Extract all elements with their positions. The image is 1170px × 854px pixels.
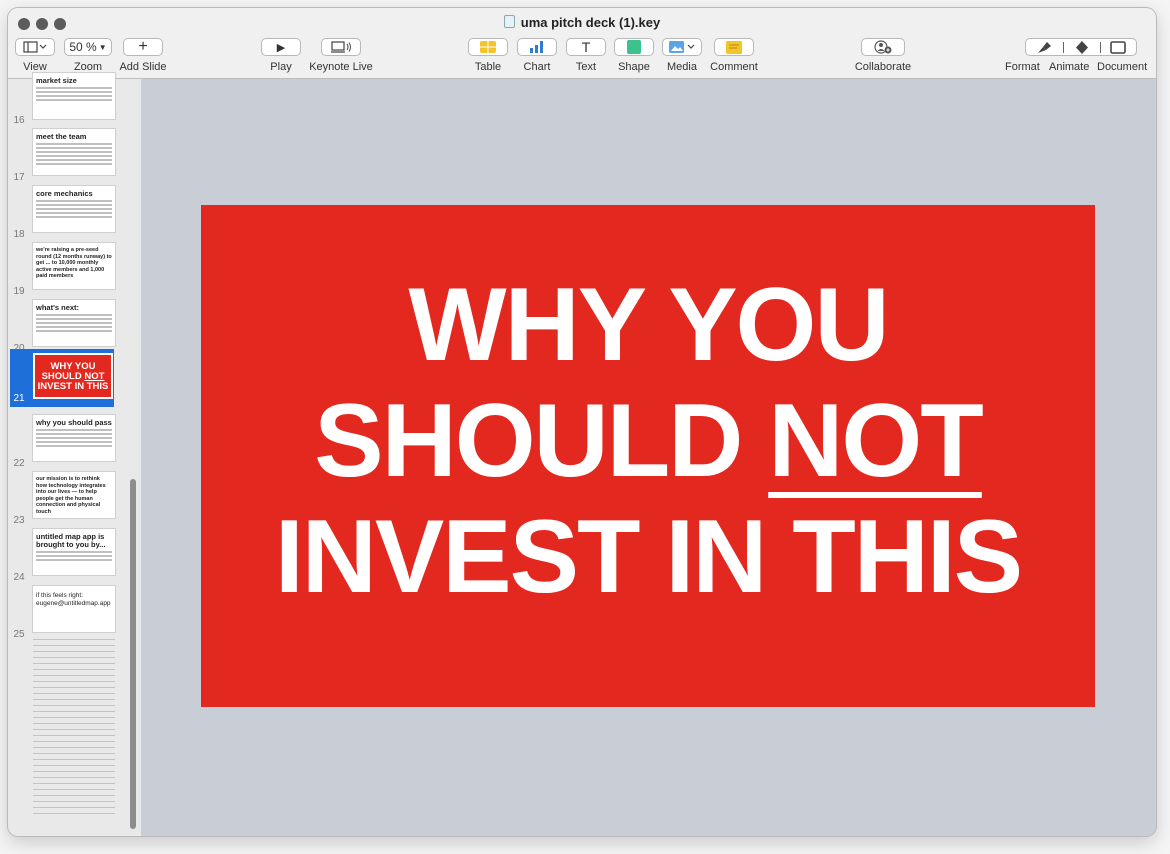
media-icon <box>669 41 695 53</box>
keynote-live-icon <box>331 41 351 53</box>
chart-icon <box>530 41 543 53</box>
text-tool[interactable]: T Text <box>564 38 608 73</box>
add-slide-label: Add Slide <box>119 61 167 73</box>
collaborate-icon <box>874 40 892 54</box>
slide-thumbnail-18[interactable]: core mechanics <box>33 186 115 232</box>
slide-number: 16 <box>13 115 25 126</box>
collaborate-button[interactable] <box>861 38 905 56</box>
zoom-tool[interactable]: 50 % ▼ Zoom <box>63 38 113 73</box>
slide-number: 24 <box>13 572 25 583</box>
keynote-document-icon <box>503 15 515 28</box>
keynote-live-button[interactable] <box>321 38 361 56</box>
shape-label: Shape <box>618 61 650 73</box>
table-tool[interactable]: Table <box>466 38 510 73</box>
zoom-value: 50 % <box>69 40 97 54</box>
play-label: Play <box>270 61 292 73</box>
chevron-down-icon: ▼ <box>98 42 107 52</box>
segment-divider <box>1100 42 1101 53</box>
zoom-select[interactable]: 50 % ▼ <box>64 38 112 56</box>
slide-thumbnail-24[interactable]: untitled map app is brought to you by... <box>33 529 115 575</box>
text-label: Text <box>575 61 597 73</box>
shape-icon <box>627 40 641 54</box>
collaborate-label: Collaborate <box>854 61 912 73</box>
table-icon <box>480 41 496 53</box>
text-icon: T <box>581 39 591 55</box>
shape-tool[interactable]: Shape <box>612 38 656 73</box>
slide-number: 21 <box>13 393 25 404</box>
comment-icon <box>726 40 742 54</box>
comment-label: Comment <box>710 61 758 73</box>
keynote-live-tool[interactable]: Keynote Live <box>306 38 376 73</box>
chart-button[interactable] <box>517 38 557 56</box>
add-slide-button[interactable]: + <box>123 38 163 56</box>
slide-number: 25 <box>13 629 25 640</box>
keynote-live-label: Keynote Live <box>309 61 373 73</box>
media-button[interactable] <box>662 38 702 56</box>
document-label: Document <box>1097 61 1148 73</box>
slide-number: 23 <box>13 515 25 526</box>
table-button[interactable] <box>468 38 508 56</box>
format-brush-icon[interactable] <box>1036 41 1054 54</box>
slide-number: 18 <box>13 229 25 240</box>
chart-label: Chart <box>523 61 551 73</box>
slide-thumbnail-21[interactable]: WHY YOU SHOULD NOT INVEST IN THIS <box>33 353 113 399</box>
slide-title-line-1: WHY YOU <box>408 267 889 383</box>
comment-button[interactable] <box>714 38 754 56</box>
view-tool[interactable]: View <box>14 38 56 73</box>
collaborate-tool[interactable]: Collaborate <box>848 38 918 73</box>
text-button[interactable]: T <box>566 38 606 56</box>
slide-navigator[interactable]: market size 16 meet the team 17 core mec… <box>8 73 141 836</box>
slide-number: 22 <box>13 458 25 469</box>
slide-number: 19 <box>13 286 25 297</box>
toolbar: uma pitch deck (1).key View 50 % ▼ Zoom +… <box>8 8 1156 79</box>
add-slide-tool[interactable]: + Add Slide <box>118 38 168 73</box>
play-tool[interactable]: ▶ Play <box>260 38 302 73</box>
keynote-window: uma pitch deck (1).key View 50 % ▼ Zoom +… <box>8 8 1156 836</box>
chart-tool[interactable]: Chart <box>515 38 559 73</box>
media-tool[interactable]: Media <box>660 38 704 73</box>
current-slide[interactable]: WHY YOU SHOULD NOT INVEST IN THIS <box>201 205 1095 707</box>
view-button[interactable] <box>15 38 55 56</box>
slide-thumbnail-23[interactable]: our mission is to rethink how technology… <box>33 472 115 518</box>
animate-diamond-icon[interactable] <box>1074 41 1090 54</box>
play-button[interactable]: ▶ <box>261 38 301 56</box>
empty-slide-placeholders <box>33 639 115 819</box>
slide-title-line-3: INVEST IN THIS <box>274 499 1023 615</box>
table-label: Table <box>474 61 502 73</box>
slide-canvas[interactable]: WHY YOU SHOULD NOT INVEST IN THIS <box>141 79 1156 836</box>
slide-thumbnail-17[interactable]: meet the team <box>33 129 115 175</box>
play-icon: ▶ <box>276 41 286 54</box>
segment-divider <box>1063 42 1064 53</box>
document-icon[interactable] <box>1110 41 1126 54</box>
slide-title-line-2: SHOULD NOT <box>314 383 984 499</box>
window-title: uma pitch deck (1).key <box>8 15 1156 30</box>
view-label: View <box>23 61 47 73</box>
animate-label: Animate <box>1049 61 1090 73</box>
slide-thumbnail-19[interactable]: we're raising a pre-seed round (12 month… <box>33 243 115 289</box>
comment-tool[interactable]: Comment <box>708 38 760 73</box>
underlined-word: NOT <box>768 383 984 499</box>
slide-thumbnail-20[interactable]: what's next: <box>33 300 115 346</box>
media-label: Media <box>667 61 697 73</box>
slide-thumbnail-16[interactable]: market size <box>33 73 115 119</box>
slide-thumbnail-22[interactable]: why you should pass <box>33 415 115 461</box>
navigator-scrollbar[interactable] <box>130 479 136 829</box>
inspector-segmented-control[interactable] <box>1025 38 1137 56</box>
zoom-label: Zoom <box>73 61 103 73</box>
slide-thumbnail-25[interactable]: if this feels right: eugene@untitledmap.… <box>33 586 115 632</box>
plus-icon: + <box>138 38 148 55</box>
view-layout-icon <box>23 41 47 53</box>
shape-button[interactable] <box>614 38 654 56</box>
slide-number: 17 <box>13 172 25 183</box>
format-label: Format <box>1005 61 1040 73</box>
